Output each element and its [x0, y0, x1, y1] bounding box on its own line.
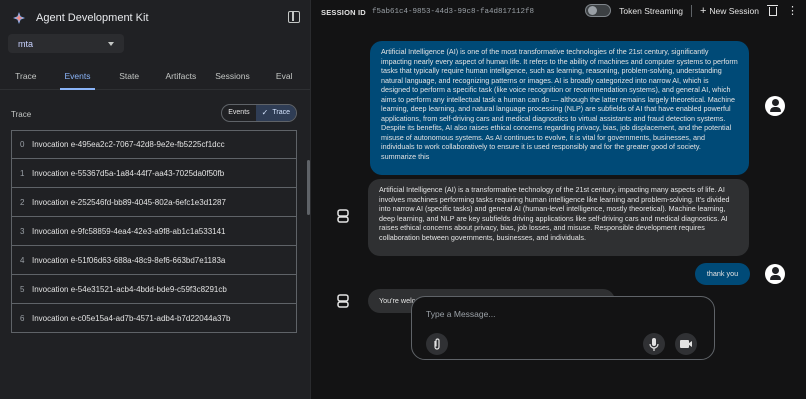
message-input[interactable]: Type a Message...	[426, 309, 495, 319]
token-streaming-label: Token Streaming	[619, 5, 683, 16]
events-trace-toggle: Events ✓ Trace	[221, 104, 297, 122]
invocation-index: 1	[20, 168, 25, 178]
topbar-divider	[690, 4, 692, 17]
chevron-down-icon	[108, 41, 114, 46]
invocation-name: Invocation e-9fc58859-4ea4-42e3-a9f8-ab1…	[32, 226, 226, 236]
sidebar-tabs: Trace Events State Artifacts Sessions Ev…	[0, 64, 310, 90]
tab-trace[interactable]: Trace	[0, 64, 52, 89]
invocation-name: Invocation e-252546fd-bb89-4045-802a-6ef…	[32, 197, 226, 207]
paperclip-glyph	[434, 338, 440, 350]
topbar-actions: Token Streaming + New Session ⋮	[585, 4, 798, 17]
check-icon: ✓	[261, 108, 269, 117]
invocation-row[interactable]: 2 Invocation e-252546fd-bb89-4045-802a-6e…	[11, 188, 297, 217]
collapse-sidebar-icon[interactable]	[288, 11, 300, 23]
user-message: thank you	[695, 263, 750, 285]
invocation-index: 5	[20, 284, 25, 294]
invocation-name: Invocation e-55367d5a-1a84-44f7-aa43-702…	[32, 168, 225, 178]
brand-title: Agent Development Kit	[36, 12, 149, 24]
bot-icon	[337, 209, 349, 223]
sidebar-scrollbar[interactable]	[307, 160, 310, 215]
invocation-row[interactable]: 3 Invocation e-9fc58859-4ea4-42e3-a9f8-ab…	[11, 217, 297, 246]
tab-sessions[interactable]: Sessions	[207, 64, 259, 89]
invocation-list: 0 Invocation e-495ea2c2-7067-42d8-9e2e-fb…	[11, 130, 297, 333]
app-select-value: mta	[18, 38, 34, 49]
toggle-trace-button[interactable]: ✓ Trace	[255, 105, 296, 121]
chat-panel: SESSION ID f5ab61c4-9853-44d3-99c8-fa4d8…	[311, 0, 806, 399]
session-id-value: f5ab61c4-9853-44d3-99c8-fa4d817112f8	[371, 8, 534, 16]
user-message: Artificial Intelligence (AI) is one of t…	[370, 41, 749, 175]
videocam-icon[interactable]	[675, 333, 697, 355]
more-vert-icon[interactable]: ⋮	[787, 5, 798, 17]
toggle-trace-label: Trace	[272, 109, 290, 116]
bot-message: Artificial Intelligence (AI) is a transf…	[368, 179, 749, 256]
invocation-index: 2	[20, 197, 25, 207]
invocation-index: 4	[20, 255, 25, 265]
attach-icon[interactable]	[426, 333, 448, 355]
invocation-name: Invocation e-51f06d63-688a-48c9-8ef6-663…	[32, 255, 226, 265]
invocation-name: Invocation e-54e31521-acb4-4bdd-bde9-c59…	[32, 284, 227, 294]
invocation-row[interactable]: 0 Invocation e-495ea2c2-7067-42d8-9e2e-fb…	[11, 130, 297, 159]
plus-icon[interactable]: +	[700, 5, 706, 17]
trash-icon[interactable]	[767, 4, 779, 17]
new-session-button[interactable]: New Session	[709, 6, 759, 16]
tab-events[interactable]: Events	[52, 64, 104, 90]
invocation-name: Invocation e-495ea2c2-7067-42d8-9e2e-fb5…	[32, 140, 225, 149]
token-streaming-switch[interactable]	[585, 4, 612, 17]
invocation-row[interactable]: 6 Invocation e-c05e15a4-ad7b-4571-adb4-b7…	[11, 304, 297, 333]
brand: Agent Development Kit	[0, 0, 310, 36]
sidebar: Agent Development Kit mta Trace Events S…	[0, 0, 311, 399]
invocation-index: 0	[20, 140, 25, 149]
agent-logo-icon	[13, 12, 25, 24]
bot-icon	[337, 294, 349, 308]
toggle-events-button[interactable]: Events	[222, 105, 255, 121]
message-composer: Type a Message...	[411, 296, 715, 360]
session-id-label: SESSION ID	[321, 7, 366, 17]
app-root: Agent Development Kit mta Trace Events S…	[0, 0, 806, 399]
topbar: SESSION ID f5ab61c4-9853-44d3-99c8-fa4d8…	[311, 0, 806, 24]
person-icon	[765, 96, 785, 116]
mic-glyph	[649, 338, 659, 351]
person-icon	[765, 264, 785, 284]
invocation-name: Invocation e-c05e15a4-ad7b-4571-adb4-b7d…	[32, 313, 231, 323]
invocation-row[interactable]: 4 Invocation e-51f06d63-688a-48c9-8ef6-66…	[11, 246, 297, 275]
invocation-index: 3	[20, 226, 25, 236]
tab-eval[interactable]: Eval	[258, 64, 310, 89]
app-select[interactable]: mta	[8, 34, 124, 53]
trace-header: Trace Events ✓ Trace	[11, 104, 297, 122]
invocation-row[interactable]: 1 Invocation e-55367d5a-1a84-44f7-aa43-70…	[11, 159, 297, 188]
mic-icon[interactable]	[643, 333, 665, 355]
invocation-row[interactable]: 5 Invocation e-54e31521-acb4-4bdd-bde9-c5…	[11, 275, 297, 304]
switch-knob	[588, 6, 598, 15]
tab-artifacts[interactable]: Artifacts	[155, 64, 207, 89]
invocation-index: 6	[20, 313, 25, 323]
videocam-glyph	[680, 340, 692, 348]
trace-section-label: Trace	[11, 110, 32, 119]
tab-state[interactable]: State	[103, 64, 155, 89]
trash-glyph	[767, 4, 778, 16]
